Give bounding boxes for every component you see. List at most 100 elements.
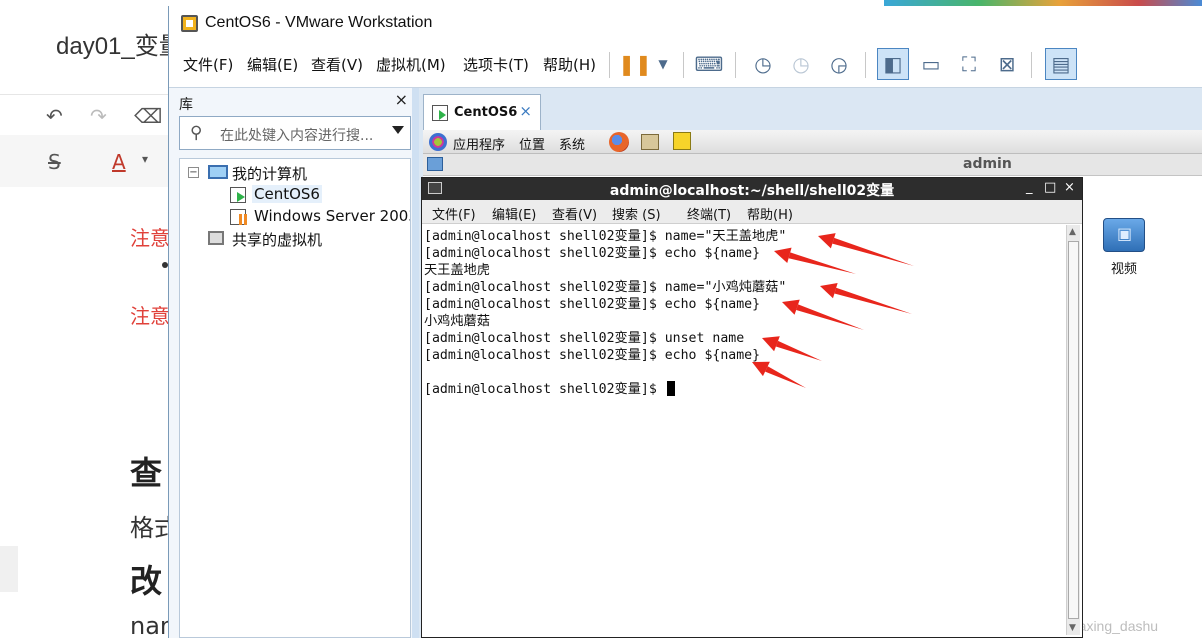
terminal-line: 天王盖地虎 bbox=[424, 263, 490, 278]
minimize-icon[interactable]: _ bbox=[1026, 180, 1033, 195]
divider bbox=[0, 94, 175, 95]
close-icon[interactable]: × bbox=[395, 90, 408, 109]
vm-tree: − 我的计算机 CentOS6 Windows Server 2003 共享的虚… bbox=[179, 158, 411, 638]
scroll-up-icon[interactable]: ▲ bbox=[1069, 227, 1076, 237]
chevron-down-icon[interactable] bbox=[392, 126, 404, 134]
video-folder-icon bbox=[1103, 218, 1145, 252]
terminal-menu-search[interactable]: 搜索 (S) bbox=[612, 204, 661, 223]
text-cursor bbox=[666, 381, 675, 396]
vm-running-icon bbox=[230, 187, 246, 203]
terminal-menu-terminal[interactable]: 终端(T) bbox=[687, 204, 731, 223]
firefox-icon[interactable] bbox=[609, 132, 629, 152]
note-text: 注意 bbox=[130, 304, 170, 328]
fullscreen-icon[interactable]: ⛶ bbox=[953, 48, 985, 80]
terminal-line: [admin@localhost shell02变量]$ echo ${name… bbox=[424, 297, 761, 312]
terminal-title-bar[interactable]: admin@localhost:~/shell/shell02变量 _ □ × bbox=[422, 178, 1082, 200]
mail-icon[interactable] bbox=[641, 134, 659, 150]
terminal-line: [admin@localhost shell02变量]$ echo ${name… bbox=[424, 246, 761, 261]
tab-label: CentOS6 bbox=[454, 105, 518, 120]
toolbar-separator bbox=[1031, 52, 1032, 78]
terminal-menu-edit[interactable]: 编辑(E) bbox=[492, 204, 536, 223]
computer-icon bbox=[208, 165, 228, 179]
dropdown-icon[interactable]: ▼ bbox=[647, 48, 679, 80]
vm-running-icon bbox=[432, 105, 448, 121]
gnome-top-panel: 应用程序 位置 系统 bbox=[423, 130, 1202, 154]
terminal-title: admin@localhost:~/shell/shell02变量 bbox=[609, 183, 895, 199]
terminal-line: 小鸡炖蘑菇 bbox=[424, 314, 490, 329]
library-panel: 库 × ⚲ 在此处键入内容进行搜... − 我的计算机 CentOS6 Wind… bbox=[169, 88, 412, 638]
search-placeholder: 在此处键入内容进行搜... bbox=[220, 128, 374, 144]
strikethrough-icon[interactable]: S bbox=[48, 150, 61, 174]
redo-icon[interactable]: ↷ bbox=[90, 104, 107, 128]
menu-file[interactable]: 文件(F) bbox=[183, 54, 233, 75]
font-color-icon[interactable]: A bbox=[112, 150, 126, 174]
terminal-line: [admin@localhost shell02变量]$ echo ${name… bbox=[424, 348, 761, 363]
library-title: 库 bbox=[179, 97, 193, 113]
tree-item-my-computer[interactable]: 我的计算机 bbox=[232, 163, 307, 184]
desktop-icon-label: 视频 bbox=[1111, 262, 1138, 277]
toolbar-separator bbox=[683, 52, 684, 78]
toolbar-separator bbox=[609, 52, 610, 78]
menu-help[interactable]: 帮助(H) bbox=[543, 54, 596, 75]
terminal-scrollbar[interactable]: ▲ ▼ bbox=[1066, 225, 1080, 635]
section-heading: 查 bbox=[130, 454, 163, 492]
terminal-line: [admin@localhost shell02变量]$ unset name bbox=[424, 331, 745, 346]
menu-system[interactable]: 系统 bbox=[559, 134, 585, 153]
terminal-window[interactable]: admin@localhost:~/shell/shell02变量 _ □ × … bbox=[421, 177, 1083, 638]
window-title: CentOS6 - VMware Workstation bbox=[205, 14, 433, 31]
close-icon[interactable]: × bbox=[519, 102, 532, 120]
close-icon[interactable]: × bbox=[1064, 180, 1075, 195]
snapshot-icon[interactable]: ◷ bbox=[747, 48, 779, 80]
menu-bar: 文件(F) 编辑(E) 查看(V) 虚拟机(M) 选项卡(T) 帮助(H) ❚❚… bbox=[169, 40, 1202, 88]
tree-item-shared-vms[interactable]: 共享的虚拟机 bbox=[232, 229, 322, 250]
thumbnail-icon[interactable]: ▤ bbox=[1045, 48, 1077, 80]
menu-tabs[interactable]: 选项卡(T) bbox=[463, 54, 529, 75]
snapshot-manager-icon[interactable]: ◶ bbox=[823, 48, 855, 80]
file-manager-title: admin bbox=[963, 156, 1012, 172]
terminal-line: [admin@localhost shell02变量]$ name="小鸡炖蘑菇… bbox=[424, 280, 787, 295]
shared-vm-icon bbox=[208, 231, 224, 245]
terminal-prompt: [admin@localhost shell02变量]$ bbox=[424, 382, 665, 397]
send-keys-icon[interactable]: ⌨ bbox=[693, 48, 725, 80]
console-view-icon[interactable]: ▭ bbox=[915, 48, 947, 80]
vmware-logo-icon bbox=[181, 15, 198, 32]
scroll-down-icon[interactable]: ▼ bbox=[1069, 623, 1076, 633]
note-text: 注意 bbox=[130, 226, 170, 250]
title-bar[interactable]: CentOS6 - VMware Workstation bbox=[169, 6, 1202, 40]
undo-icon[interactable]: ↶ bbox=[46, 104, 63, 128]
terminal-line: [admin@localhost shell02变量]$ name="天王盖地虎… bbox=[424, 229, 787, 244]
tree-item-centos6[interactable]: CentOS6 bbox=[252, 185, 322, 203]
tree-item-windows-server[interactable]: Windows Server 2003 bbox=[254, 207, 410, 225]
maximize-icon[interactable]: □ bbox=[1044, 180, 1056, 195]
background-editor: day01_变量 ↶ ↷ ⌫ S A ▾ 注意 注意 查 格式 改 nam bbox=[0, 0, 183, 638]
margin-band bbox=[0, 546, 18, 592]
toolbar-separator bbox=[865, 52, 866, 78]
menu-places[interactable]: 位置 bbox=[519, 134, 545, 153]
notes-icon[interactable] bbox=[673, 132, 691, 150]
terminal-output[interactable]: [admin@localhost shell02变量]$ name="天王盖地虎… bbox=[424, 225, 1064, 635]
section-heading: 改 bbox=[130, 562, 163, 600]
screen: day01_变量 ↶ ↷ ⌫ S A ▾ 注意 注意 查 格式 改 nam Ce… bbox=[0, 0, 1202, 638]
vm-paused-icon bbox=[230, 209, 247, 225]
format-toolbar bbox=[0, 135, 175, 187]
library-search-input[interactable]: ⚲ 在此处键入内容进行搜... bbox=[179, 116, 411, 150]
toolbar-separator bbox=[735, 52, 736, 78]
search-icon: ⚲ bbox=[190, 123, 203, 143]
tab-centos6[interactable]: CentOS6 × bbox=[423, 94, 541, 130]
chevron-down-icon[interactable]: ▾ bbox=[142, 152, 148, 166]
terminal-menu-file[interactable]: 文件(F) bbox=[432, 204, 476, 223]
eraser-icon[interactable]: ⌫ bbox=[134, 104, 162, 128]
library-view-icon[interactable]: ◧ bbox=[877, 48, 909, 80]
collapse-icon[interactable]: − bbox=[188, 167, 199, 178]
menu-edit[interactable]: 编辑(E) bbox=[247, 54, 298, 75]
file-manager-bar: admin bbox=[423, 154, 1202, 176]
gnome-foot-icon[interactable] bbox=[429, 133, 447, 151]
unity-icon[interactable]: ⊠ bbox=[991, 48, 1023, 80]
scrollbar-thumb[interactable] bbox=[1068, 241, 1079, 619]
menu-applications[interactable]: 应用程序 bbox=[453, 134, 505, 153]
revert-snapshot-icon[interactable]: ◷ bbox=[785, 48, 817, 80]
menu-vm[interactable]: 虚拟机(M) bbox=[376, 54, 446, 75]
terminal-menu-help[interactable]: 帮助(H) bbox=[747, 204, 793, 223]
menu-view[interactable]: 查看(V) bbox=[311, 54, 363, 75]
terminal-menu-view[interactable]: 查看(V) bbox=[552, 204, 597, 223]
